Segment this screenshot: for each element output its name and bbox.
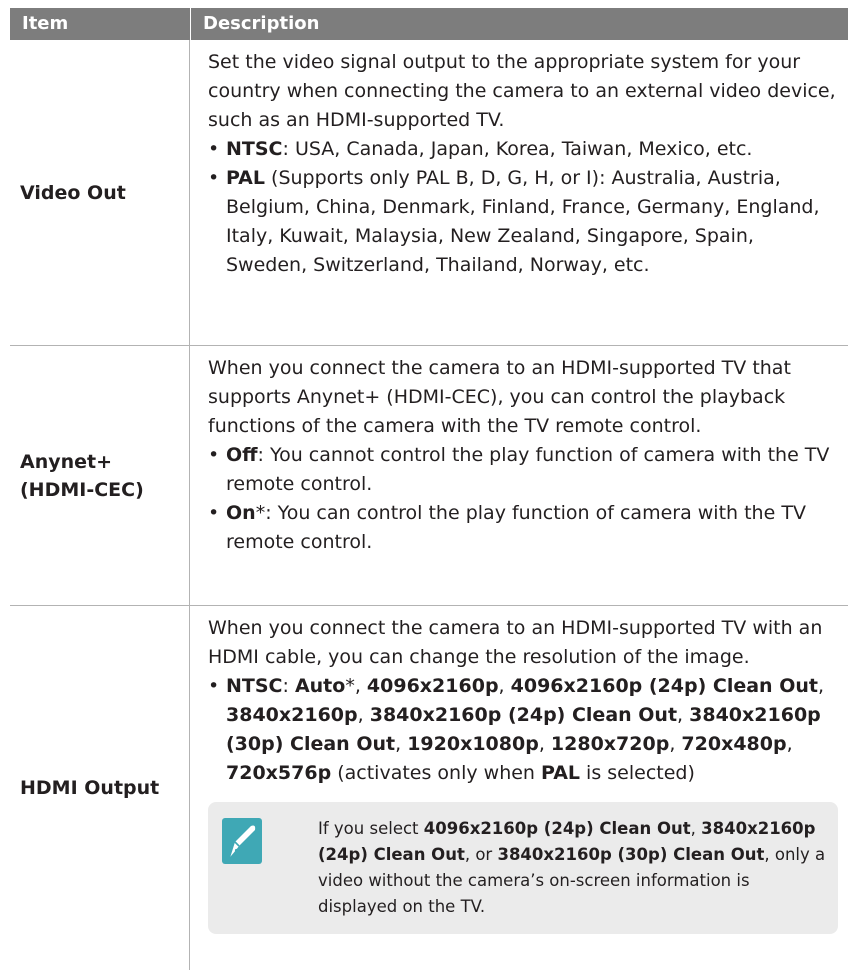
list-item: Off: You cannot control the play functio… bbox=[208, 441, 838, 499]
item-description: When you connect the camera to an HDMI-s… bbox=[190, 346, 848, 605]
list-item: On*: You can control the play function o… bbox=[208, 499, 838, 557]
table-row-anynet: Anynet+ (HDMI-CEC) When you connect the … bbox=[10, 346, 848, 606]
settings-table: Item Description Video Out Set the video… bbox=[10, 8, 848, 970]
item-label: Video Out bbox=[10, 40, 190, 345]
option-list: Off: You cannot control the play functio… bbox=[208, 441, 838, 557]
option-list: NTSC: Auto*, 4096x2160p, 4096x2160p (24p… bbox=[208, 672, 838, 788]
item-label-line1: Anynet+ bbox=[20, 450, 113, 473]
description-text: Set the video signal output to the appro… bbox=[208, 51, 836, 131]
header-item: Item bbox=[22, 13, 69, 34]
item-description: Set the video signal output to the appro… bbox=[190, 40, 848, 345]
item-description: When you connect the camera to an HDMI-s… bbox=[190, 606, 848, 970]
table-row-hdmi-output: HDMI Output When you connect the camera … bbox=[10, 606, 848, 970]
table-row-video-out: Video Out Set the video signal output to… bbox=[10, 40, 848, 346]
item-label-line2: (HDMI-CEC) bbox=[20, 478, 144, 501]
list-item: NTSC: USA, Canada, Japan, Korea, Taiwan,… bbox=[208, 135, 838, 164]
table-header: Item Description bbox=[10, 8, 848, 40]
option-list: NTSC: USA, Canada, Japan, Korea, Taiwan,… bbox=[208, 135, 838, 280]
note-box: If you select 4096x2160p (24p) Clean Out… bbox=[208, 802, 838, 934]
list-item: PAL (Supports only PAL B, D, G, H, or I)… bbox=[208, 164, 838, 280]
note-text: If you select 4096x2160p (24p) Clean Out… bbox=[318, 819, 826, 916]
list-item: NTSC: Auto*, 4096x2160p, 4096x2160p (24p… bbox=[208, 672, 838, 788]
description-text: When you connect the camera to an HDMI-s… bbox=[208, 617, 823, 668]
header-description: Description bbox=[190, 8, 848, 40]
pen-note-icon bbox=[222, 818, 262, 864]
item-label: Anynet+ (HDMI-CEC) bbox=[10, 346, 190, 605]
item-label: HDMI Output bbox=[10, 606, 190, 970]
description-text: When you connect the camera to an HDMI-s… bbox=[208, 357, 791, 437]
